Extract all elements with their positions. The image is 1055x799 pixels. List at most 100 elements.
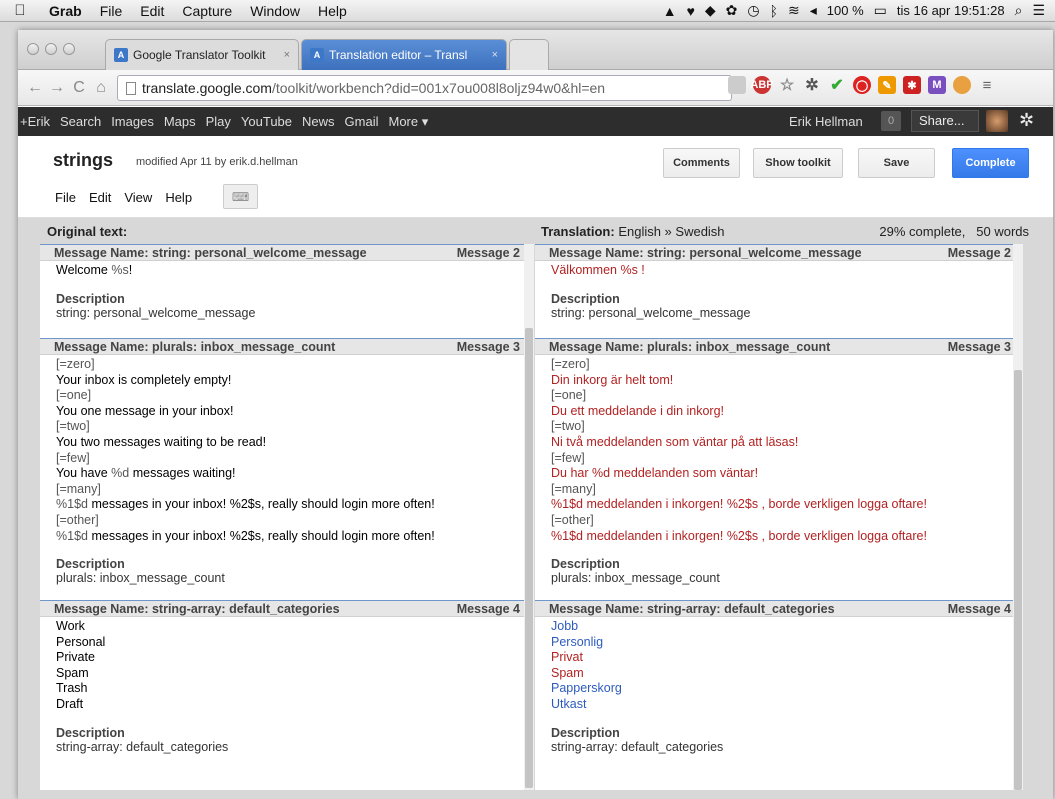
translated-segment[interactable]: [=zero] bbox=[551, 357, 1007, 373]
avatar[interactable] bbox=[986, 110, 1008, 132]
evernote-icon[interactable]: ◆ bbox=[705, 2, 716, 19]
gbar-link-play[interactable]: Play bbox=[201, 114, 236, 129]
asterisk-extension-icon[interactable]: ✱ bbox=[903, 76, 921, 94]
message-name: Message Name: string: personal_welcome_m… bbox=[549, 245, 862, 260]
text-line: [=one] bbox=[56, 388, 516, 404]
bookmark-star-icon[interactable]: ☆ bbox=[778, 76, 796, 94]
close-tab-icon[interactable]: × bbox=[492, 49, 498, 61]
rss-extension-icon[interactable]: ✎ bbox=[878, 76, 896, 94]
translated-message-text[interactable]: [=zero] Din inkorg är helt tom! [=one] Du e… bbox=[535, 355, 1021, 544]
translated-segment[interactable]: %1$d meddelanden i inkorgen! %2$s , bord… bbox=[551, 497, 1007, 513]
complete-button[interactable]: Complete bbox=[952, 148, 1029, 178]
close-window-button[interactable] bbox=[27, 43, 39, 55]
gbar-link-gmail[interactable]: Gmail bbox=[340, 114, 384, 129]
translated-message-text[interactable]: Välkommen %s ! bbox=[535, 261, 1021, 279]
account-name[interactable]: Erik Hellman bbox=[789, 114, 863, 129]
notification-center-icon[interactable]: ☰ bbox=[1032, 2, 1045, 19]
gbar-link-news[interactable]: News bbox=[297, 114, 340, 129]
settings-gear-icon[interactable]: ✲ bbox=[1019, 110, 1034, 131]
share-box[interactable]: Share... bbox=[911, 110, 979, 132]
translated-segment[interactable]: [=two] bbox=[551, 419, 1007, 435]
translated-segment[interactable]: Spam bbox=[551, 666, 1007, 682]
notification-count[interactable]: 0 bbox=[881, 111, 901, 131]
forward-arrow-icon[interactable]: → bbox=[46, 79, 68, 97]
power-extension-icon[interactable]: ◯ bbox=[853, 76, 871, 94]
address-bar[interactable]: translate.google.com/toolkit/workbench?d… bbox=[117, 75, 732, 101]
battery-icon[interactable]: ▭ bbox=[874, 2, 887, 19]
menu-window[interactable]: Window bbox=[241, 3, 309, 19]
gbar-link-maps[interactable]: Maps bbox=[159, 114, 201, 129]
translated-segment[interactable]: Du har %d meddelanden som väntar! bbox=[551, 466, 1007, 482]
drive-icon[interactable]: ▲ bbox=[663, 3, 677, 19]
menu-help[interactable]: Help bbox=[309, 3, 356, 19]
battery-percent[interactable]: 100 % bbox=[827, 3, 864, 18]
checkmark-extension-icon[interactable]: ✔ bbox=[828, 76, 846, 94]
gbar-link-images[interactable]: Images bbox=[106, 114, 159, 129]
chrome-menu-icon[interactable]: ≡ bbox=[978, 76, 996, 94]
save-button[interactable]: Save bbox=[858, 148, 935, 178]
doc-menu-view[interactable]: View bbox=[124, 190, 152, 205]
page-action-icon[interactable] bbox=[728, 76, 746, 94]
translation-pane-scrollbar[interactable] bbox=[1013, 244, 1023, 790]
extension-gear-icon[interactable]: ✲ bbox=[803, 76, 821, 94]
gbar-link-profile[interactable]: +Erik bbox=[18, 114, 55, 129]
menu-capture[interactable]: Capture bbox=[173, 3, 241, 19]
menu-grab[interactable]: Grab bbox=[40, 3, 91, 19]
translated-segment[interactable]: Välkommen %s ! bbox=[551, 263, 1007, 279]
translated-segment[interactable]: %1$d meddelanden i inkorgen! %2$s , bord… bbox=[551, 529, 1007, 545]
home-icon[interactable]: ⌂ bbox=[90, 79, 112, 97]
original-text-pane[interactable]: Message Name: string: personal_welcome_m… bbox=[40, 244, 530, 790]
translated-segment[interactable]: Du ett meddelande i din inkorg! bbox=[551, 404, 1007, 420]
gbar-link-more[interactable]: More ▾ bbox=[383, 114, 433, 130]
doc-menu-help[interactable]: Help bbox=[165, 190, 192, 205]
cookie-extension-icon[interactable] bbox=[953, 76, 971, 94]
m-extension-icon[interactable]: M bbox=[928, 76, 946, 94]
apple-menu-icon[interactable]:  bbox=[0, 2, 40, 19]
translated-segment[interactable]: [=other] bbox=[551, 513, 1007, 529]
reload-icon[interactable]: C bbox=[68, 79, 90, 97]
gbar-link-youtube[interactable]: YouTube bbox=[236, 114, 297, 129]
keyboard-icon[interactable]: ⌨ bbox=[223, 184, 258, 209]
translation-pane[interactable]: Message Name: string: personal_welcome_m… bbox=[535, 244, 1021, 790]
translated-segment[interactable]: Jobb bbox=[551, 619, 1007, 635]
tab-translator-toolkit[interactable]: A Google Translator Toolkit × bbox=[105, 39, 299, 70]
tab-translation-editor[interactable]: A Translation editor – Transl × bbox=[301, 39, 507, 70]
description-label: Description bbox=[56, 725, 125, 740]
translated-segment[interactable]: Ni två meddelanden som väntar på att läs… bbox=[551, 435, 1007, 451]
original-pane-scrollbar[interactable] bbox=[524, 244, 534, 790]
time-machine-icon[interactable]: ◷ bbox=[747, 2, 759, 19]
translated-segment[interactable]: [=few] bbox=[551, 451, 1007, 467]
comments-button[interactable]: Comments bbox=[663, 148, 740, 178]
translated-segment[interactable]: Personlig bbox=[551, 635, 1007, 651]
app-status-icon[interactable]: ✿ bbox=[726, 2, 738, 19]
bluetooth-icon[interactable]: ᛒ bbox=[770, 3, 778, 19]
spotlight-search-icon[interactable]: ⌕ bbox=[1015, 2, 1023, 19]
menu-file[interactable]: File bbox=[91, 3, 132, 19]
adblock-icon[interactable]: ABP bbox=[750, 76, 774, 94]
translated-segment[interactable]: Papperskorg bbox=[551, 681, 1007, 697]
zoom-window-button[interactable] bbox=[63, 43, 75, 55]
menu-edit[interactable]: Edit bbox=[131, 3, 173, 19]
doc-menu-edit[interactable]: Edit bbox=[89, 190, 111, 205]
scrollbar-thumb[interactable] bbox=[525, 328, 533, 788]
translated-segment[interactable]: [=many] bbox=[551, 482, 1007, 498]
back-arrow-icon[interactable]: ← bbox=[24, 79, 46, 97]
show-toolkit-button[interactable]: Show toolkit bbox=[753, 148, 843, 178]
gbar-link-search[interactable]: Search bbox=[55, 114, 106, 129]
wifi-icon[interactable]: ≋ bbox=[788, 2, 800, 19]
heart-icon[interactable]: ♥ bbox=[687, 3, 695, 19]
close-tab-icon[interactable]: × bbox=[284, 49, 290, 61]
volume-icon[interactable]: ◂ bbox=[810, 2, 817, 19]
text-line: You have %d messages waiting! bbox=[56, 466, 236, 481]
translated-segment[interactable]: Din inkorg är helt tom! bbox=[551, 373, 1007, 389]
new-tab-button[interactable] bbox=[509, 39, 549, 70]
translated-segment[interactable]: Utkast bbox=[551, 697, 1007, 713]
document-title: strings bbox=[53, 150, 114, 170]
doc-menu-file[interactable]: File bbox=[55, 190, 76, 205]
translated-segment[interactable]: [=one] bbox=[551, 388, 1007, 404]
scrollbar-thumb[interactable] bbox=[1014, 370, 1022, 790]
minimize-window-button[interactable] bbox=[45, 43, 57, 55]
translated-segment[interactable]: Privat bbox=[551, 650, 1007, 666]
translated-message-text[interactable]: Jobb Personlig Privat Spam Papperskorg Utkast bbox=[535, 617, 1021, 713]
clock[interactable]: tis 16 apr 19:51:28 bbox=[897, 3, 1005, 18]
